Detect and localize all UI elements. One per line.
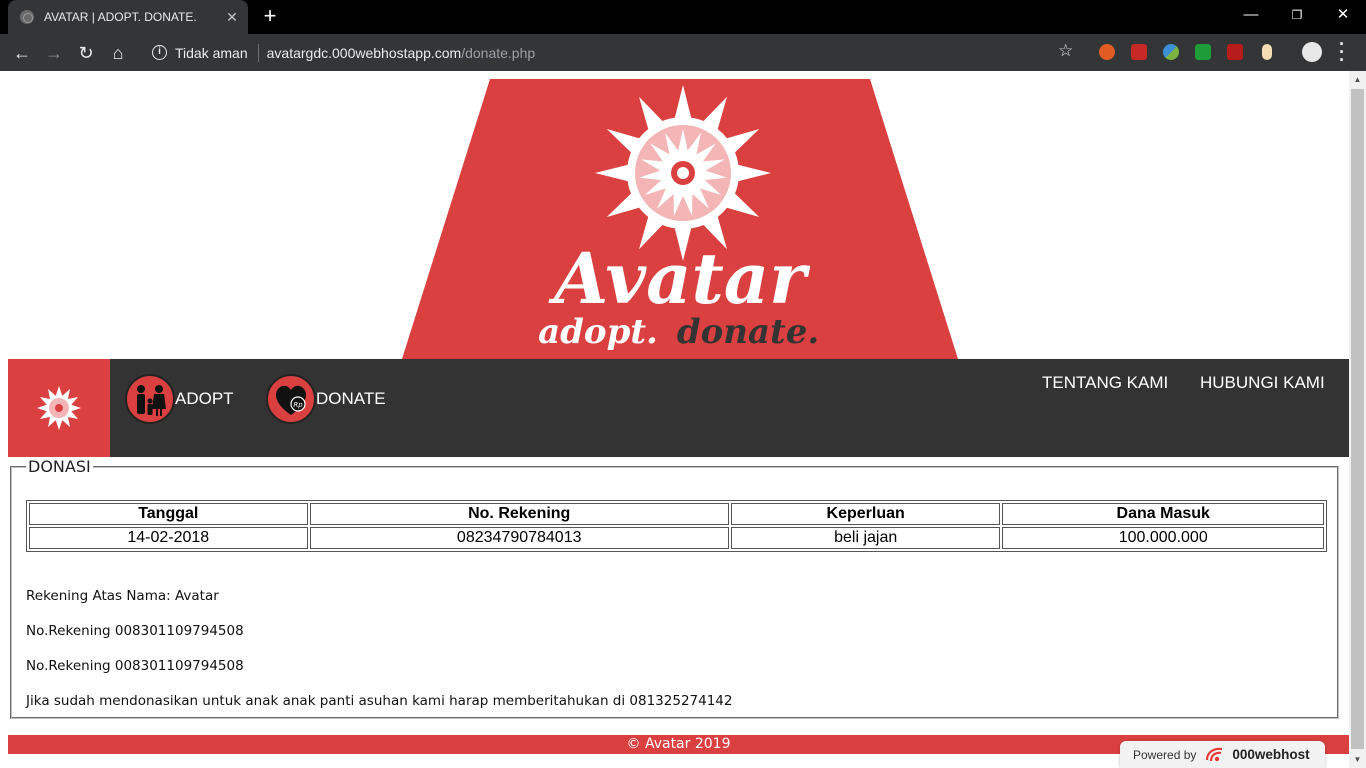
cell-amount: 100.000.000 [1002,527,1324,549]
home-icon[interactable]: ⌂ [106,41,130,65]
cell-date: 14-02-2018 [29,527,308,549]
browser-tab[interactable]: AVATAR | ADOPT. DONATE. ✕ [8,0,248,34]
info-icon[interactable]: i [152,45,167,60]
nav-about[interactable]: TENTANG KAMI [1042,373,1168,393]
address-bar[interactable]: i Tidak aman avatargdc.000webhostapp.com… [146,38,1026,67]
scroll-down-icon[interactable]: ▼ [1349,751,1366,768]
heart-rp-icon: Rp [266,374,316,424]
banner-subtitle-adopt: adopt. [538,312,658,352]
url-path: /donate.php [461,44,536,61]
confirmation-note: Jika sudah mendonasikan untuk anak anak … [26,693,733,709]
column-header: Keperluan [730,503,1001,525]
section-legend: DONASI [28,457,91,476]
donation-section: DONASI Tanggal No. Rekening Keperluan Da… [10,457,1339,719]
extension-adblock-icon[interactable] [1131,44,1147,60]
divider [257,43,259,62]
scrollbar-thumb[interactable] [1351,89,1364,749]
account-number-text: No.Rekening 008301109794508 [26,658,244,674]
family-icon [125,374,175,424]
browser-toolbar: ← → ↻ ⌂ i Tidak aman avatargdc.000webhos… [0,34,1366,98]
new-tab-button[interactable]: + [258,4,282,28]
nav-donate-label: DONATE [316,389,386,408]
tab-close-icon[interactable]: ✕ [222,9,242,26]
url-host: avatargdc.000webhostapp.com [266,44,462,61]
scroll-up-icon[interactable]: ▲ [1349,71,1366,88]
rp-icon-text: Rp [293,401,303,409]
main-navbar: ADOPT Rp DONATE TENTANG KAMI HUBUNGI KAM… [8,359,1349,457]
header-banner: Avatar adopt. donate. [0,71,1349,359]
extension-fire-icon[interactable] [1099,44,1115,60]
banner-graphic: Avatar adopt. donate. [402,79,958,359]
cell-account-number: 08234790784013 [309,527,729,549]
reload-icon[interactable]: ↻ [74,41,98,65]
security-status: Tidak aman [175,44,248,61]
restore-icon[interactable]: ❐ [1274,0,1320,30]
account-name-text: Rekening Atas Nama: Avatar [26,588,219,604]
minimize-icon[interactable]: — [1228,0,1274,30]
browser-tabstrip: AVATAR | ADOPT. DONATE. ✕ + — ❐ ✕ [0,0,1366,34]
bookmark-star-icon[interactable]: ☆ [1058,41,1073,61]
window-close-icon[interactable]: ✕ [1320,0,1366,30]
cell-purpose: beli jajan [730,527,1001,549]
extension-m-icon[interactable] [1227,44,1243,60]
globe-icon [20,10,34,24]
tab-title: AVATAR | ADOPT. DONATE. [44,10,197,24]
powered-by-label: Powered by [1133,747,1197,762]
home-logo-button[interactable] [8,359,110,457]
back-icon[interactable]: ← [10,41,34,65]
column-header: No. Rekening [309,503,729,525]
nav-adopt[interactable]: ADOPT [125,373,234,425]
column-header: Tanggal [29,503,308,525]
extension-globe-icon[interactable] [1163,44,1179,60]
account-number-text: No.Rekening 008301109794508 [26,623,244,639]
banner-title: Avatar [548,237,811,320]
nav-contact[interactable]: HUBUNGI KAMI [1200,373,1325,393]
nav-donate[interactable]: Rp DONATE [266,373,386,425]
table-row: 14-02-2018 08234790784013 beli jajan 100… [29,527,1324,549]
menu-icon[interactable]: · · · [1336,35,1348,69]
powered-by-badge[interactable]: Powered by 000webhost [1120,741,1325,768]
column-header: Dana Masuk [1002,503,1324,525]
mandala-icon [37,386,81,430]
nav-adopt-label: ADOPT [175,389,234,408]
extension-pill-icon[interactable] [1262,44,1272,60]
extension-shield-icon[interactable] [1195,44,1211,60]
forward-icon[interactable]: → [42,41,66,65]
powered-by-brand: 000webhost [1232,747,1310,762]
donation-table: Tanggal No. Rekening Keperluan Dana Masu… [26,500,1327,552]
table-header-row: Tanggal No. Rekening Keperluan Dana Masu… [29,503,1324,525]
profile-avatar[interactable] [1302,42,1322,62]
webhost-logo-icon [1206,747,1223,761]
page-scrollbar[interactable]: ▲ ▼ [1349,71,1366,768]
page-viewport: Avatar adopt. donate. ADOPT Rp DONATE TE… [0,71,1349,768]
banner-subtitle-donate: donate. [677,312,819,352]
